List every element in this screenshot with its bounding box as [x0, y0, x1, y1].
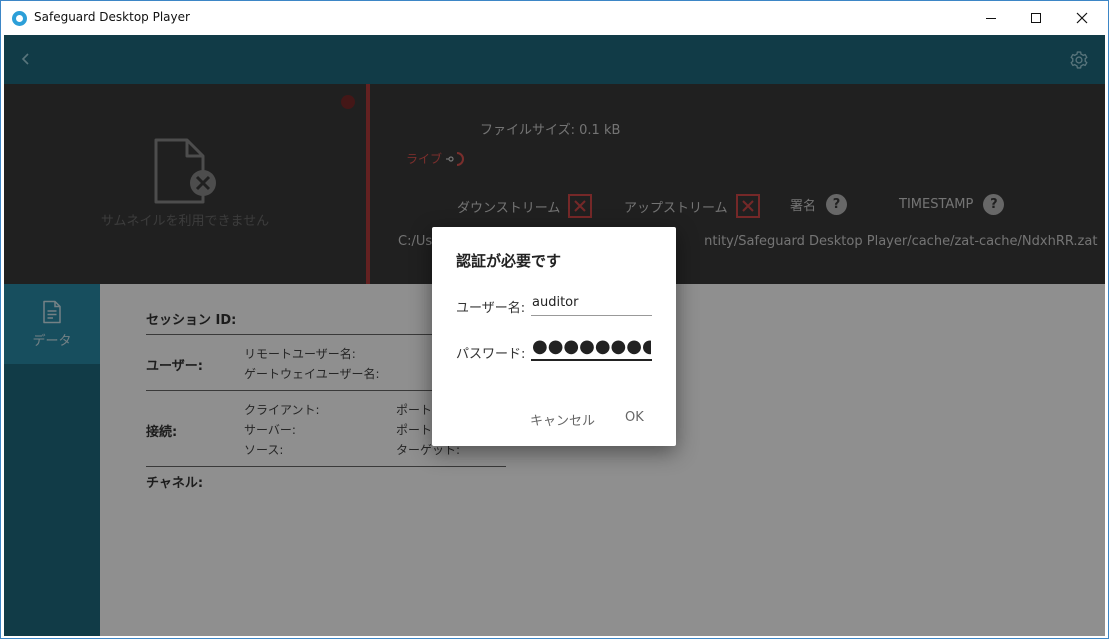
username-input[interactable] [531, 294, 652, 316]
minimize-button[interactable] [968, 1, 1014, 35]
ok-button[interactable]: OK [625, 410, 644, 425]
password-label: パスワード: [456, 347, 526, 362]
auth-dialog: 認証が必要です ユーザー名: パスワード: キャンセル OK [432, 227, 676, 446]
username-label: ユーザー名: [456, 301, 526, 316]
title-bar: Safeguard Desktop Player [1, 1, 1108, 35]
app-window: Safeguard Desktop Player サムネイルを利用できません フ… [0, 0, 1109, 639]
cancel-button[interactable]: キャンセル [530, 410, 595, 429]
maximize-icon [1031, 13, 1041, 23]
dialog-title: 認証が必要です [456, 252, 562, 270]
minimize-icon [986, 17, 996, 19]
close-icon [1076, 12, 1088, 24]
window-title: Safeguard Desktop Player [34, 10, 190, 24]
close-window-button[interactable] [1059, 1, 1105, 35]
password-input[interactable] [531, 337, 652, 361]
app-logo-icon [12, 11, 27, 26]
maximize-button[interactable] [1013, 1, 1059, 35]
